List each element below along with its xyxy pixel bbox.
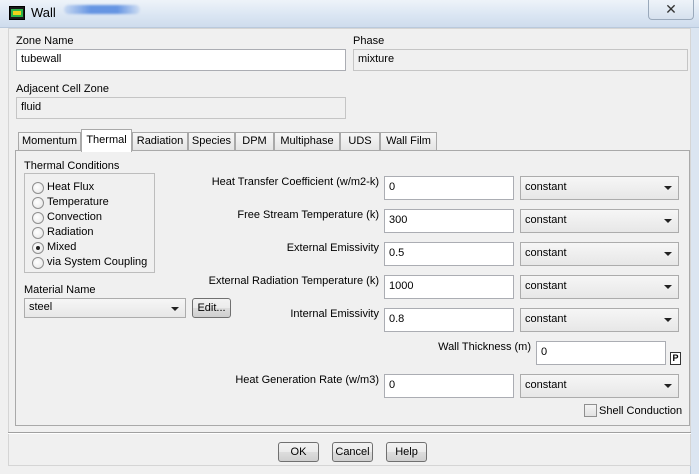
radio-button-icon: [32, 182, 44, 194]
external-emissivity-input[interactable]: 0.5: [384, 242, 514, 266]
material-name-label: Material Name: [24, 284, 96, 296]
adjacent-cell-zone-field: fluid: [16, 97, 346, 119]
window-frame: [690, 28, 699, 474]
external-radiation-temperature-label: External Radiation Temperature (k): [208, 275, 379, 287]
parameter-button[interactable]: P: [670, 352, 681, 365]
button-separator: [8, 432, 691, 434]
title-bar: Wall ✕: [0, 0, 699, 28]
adjacent-cell-zone-label: Adjacent Cell Zone: [16, 83, 109, 95]
radio-button-icon: [32, 197, 44, 209]
radio-button-selected-icon: [32, 242, 44, 254]
free-stream-temperature-method-select[interactable]: constant: [520, 209, 679, 233]
radio-button-icon: [32, 212, 44, 224]
heat-generation-rate-method-select[interactable]: constant: [520, 374, 679, 398]
shell-conduction-checkbox[interactable]: [584, 404, 597, 417]
wall-thickness-input[interactable]: 0: [536, 341, 666, 365]
tab-uds[interactable]: UDS: [340, 132, 380, 151]
close-button[interactable]: ✕: [648, 0, 694, 20]
phase-label: Phase: [353, 35, 385, 47]
dropdown-arrow-icon: [664, 384, 672, 388]
radio-button-icon: [32, 257, 44, 269]
tab-species[interactable]: Species: [188, 132, 235, 151]
wall-thickness-label: Wall Thickness (m): [438, 341, 531, 353]
external-emissivity-label: External Emissivity: [286, 242, 379, 254]
dropdown-arrow-icon: [664, 318, 672, 322]
dropdown-arrow-icon: [664, 219, 672, 223]
external-radiation-temperature-input[interactable]: 1000: [384, 275, 514, 299]
title-blur: [64, 5, 140, 14]
tab-dpm[interactable]: DPM: [235, 132, 274, 151]
tab-multiphase[interactable]: Multiphase: [274, 132, 340, 151]
free-stream-temperature-label: Free Stream Temperature (k): [237, 209, 379, 221]
help-button[interactable]: Help: [386, 442, 427, 462]
tab-radiation[interactable]: Radiation: [132, 132, 188, 151]
free-stream-temperature-input[interactable]: 300: [384, 209, 514, 233]
tab-momentum[interactable]: Momentum: [18, 132, 81, 151]
heat-generation-rate-input[interactable]: 0: [384, 374, 514, 398]
external-emissivity-method-select[interactable]: constant: [520, 242, 679, 266]
window-title: Wall: [31, 5, 56, 20]
zone-name-input[interactable]: tubewall: [16, 49, 346, 71]
thermal-conditions-label: Thermal Conditions: [24, 160, 120, 172]
close-icon: ✕: [665, 1, 677, 17]
material-name-select[interactable]: steel: [24, 298, 186, 318]
ok-button[interactable]: OK: [278, 442, 319, 462]
dropdown-arrow-icon: [664, 186, 672, 190]
tab-thermal[interactable]: Thermal: [81, 129, 132, 152]
internal-emissivity-method-select[interactable]: constant: [520, 308, 679, 332]
phase-field: mixture: [353, 49, 688, 71]
dropdown-arrow-icon: [664, 252, 672, 256]
heat-transfer-coefficient-label: Heat Transfer Coefficient (w/m2-k): [211, 176, 379, 188]
shell-conduction-label: Shell Conduction: [599, 405, 683, 417]
heat-transfer-coefficient-input[interactable]: 0: [384, 176, 514, 200]
internal-emissivity-input[interactable]: 0.8: [384, 308, 514, 332]
radio-button-icon: [32, 227, 44, 239]
dropdown-arrow-icon: [664, 285, 672, 289]
tab-wall-film[interactable]: Wall Film: [380, 132, 437, 151]
cancel-button[interactable]: Cancel: [332, 442, 373, 462]
external-radiation-temperature-method-select[interactable]: constant: [520, 275, 679, 299]
zone-name-label: Zone Name: [16, 35, 74, 47]
heat-transfer-coefficient-method-select[interactable]: constant: [520, 176, 679, 200]
window-icon: [9, 6, 25, 20]
internal-emissivity-label: Internal Emissivity: [290, 308, 379, 320]
heat-generation-rate-label: Heat Generation Rate (w/m3): [235, 374, 379, 386]
